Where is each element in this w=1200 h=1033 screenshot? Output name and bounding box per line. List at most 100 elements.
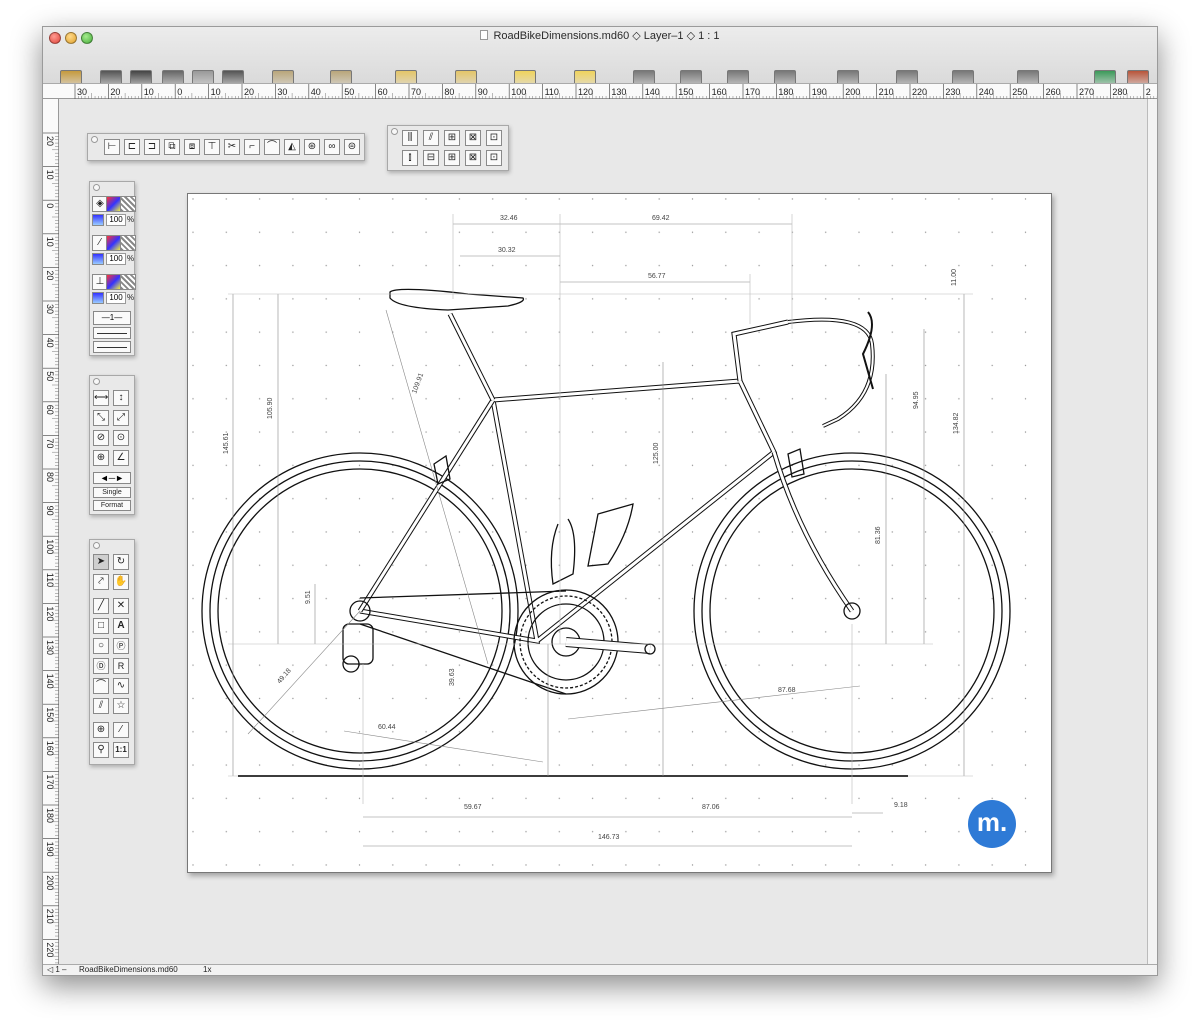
align-left-edge-icon[interactable]: ⫾ [402, 150, 418, 166]
slant-dimension-icon[interactable]: ⤡ [93, 410, 109, 426]
align-right-edge-icon[interactable]: ⊟ [423, 150, 439, 166]
palette-close-button[interactable] [91, 136, 98, 143]
drawing-page[interactable]: 32.46 69.42 30.32 56.77 11.00 109.91 105.90 145… [187, 193, 1053, 874]
center-mark-icon[interactable]: ⊕ [93, 450, 109, 466]
pin-tool-icon[interactable]: ⚲ [93, 742, 109, 758]
arrow-style-selector[interactable] [93, 341, 131, 353]
text-pattern-icon[interactable] [120, 274, 136, 290]
mirror-icon[interactable]: ◭ [284, 139, 300, 155]
eyedropper-icon[interactable]: ⁄ [113, 722, 129, 738]
distribute-h-icon[interactable]: ⊞ [444, 130, 460, 146]
crosshair-tool-icon[interactable]: ⊕ [93, 722, 109, 738]
ruler-label: 260 [1046, 87, 1061, 97]
fill-gradient-icon[interactable] [92, 214, 104, 226]
align-bottom-icon[interactable]: ⫼ [402, 130, 418, 146]
rotate-tool-icon[interactable]: ↻ [113, 554, 129, 570]
ruler-label: 90 [478, 87, 488, 97]
polygon-tool-icon[interactable]: Ⓟ [113, 638, 129, 654]
drawing-canvas[interactable]: ⊢ ⊏ ⊐ ⧉ ⧈ ⊤ ✂ ⌐ ⌒ ◭ ⊛ ∞ ⊜ ⫼ ⫽ ⊞ ⊠ ⊡ ⫾ ⊟ ⊞ ⊠ ⊡ ◈ 100 % ⁄ 100 %… [59, 99, 1149, 967]
fill-opacity-input[interactable]: 100 [106, 214, 126, 226]
ruler-label: 220 [45, 942, 55, 957]
ruler-label: 130 [45, 640, 55, 655]
line-tool-icon[interactable]: ╱ [93, 598, 109, 614]
hand-tool-icon[interactable]: ✋ [113, 574, 129, 590]
horizontal-ruler[interactable]: 30 20 10 0 10 20 30 40 50 60 70 80 90 100 110 120 130 140… [43, 83, 1157, 100]
line-style-selector[interactable] [93, 327, 131, 339]
ruler-label: 190 [812, 87, 827, 97]
perpendicular-dimension-icon[interactable]: ⤢ [113, 410, 129, 426]
ruler-label: 280 [1112, 87, 1127, 97]
rectangle-tool-icon[interactable]: □ [93, 618, 109, 634]
reshape-tool-icon[interactable]: ⤤ [93, 574, 109, 590]
perpendicular-line-icon[interactable]: ✕ [113, 598, 129, 614]
page-indicator[interactable]: ◁ 1 – [47, 965, 67, 974]
text-opacity-input[interactable]: 100 [106, 292, 126, 304]
ruler-label: 10 [144, 87, 154, 97]
star-tool-icon[interactable]: ☆ [113, 698, 129, 714]
ruler-label: 120 [578, 87, 593, 97]
bezier-tool-icon[interactable]: ∿ [113, 678, 129, 694]
center-v-icon[interactable]: ⊠ [465, 150, 481, 166]
distribute-v-icon[interactable]: ⊠ [465, 130, 481, 146]
palette-close-button[interactable] [93, 378, 100, 385]
fill-pattern-icon[interactable] [120, 196, 136, 212]
align-middle-icon[interactable]: ⫽ [423, 130, 439, 146]
dimension-arrow-selector[interactable]: ◄─► [93, 472, 131, 484]
pen-gradient-icon[interactable] [92, 253, 104, 265]
vertical-scrollbar[interactable] [1147, 99, 1157, 967]
ruler-label: 70 [45, 438, 55, 448]
join-icon[interactable]: ⊛ [304, 139, 320, 155]
angle-dimension-icon[interactable]: ∠ [113, 450, 129, 466]
actual-size-button[interactable]: 1:1 [113, 742, 129, 758]
center-h-icon[interactable]: ⊞ [444, 150, 460, 166]
link-icon[interactable]: ∞ [324, 139, 340, 155]
dimension-label: 56.77 [648, 273, 666, 280]
unlink-icon[interactable]: ⊜ [344, 139, 360, 155]
pen-opacity-input[interactable]: 100 [106, 253, 126, 265]
align-left-icon[interactable]: ⊢ [104, 139, 120, 155]
ruler-label: 170 [45, 774, 55, 789]
text-gradient-icon[interactable] [92, 292, 104, 304]
ruler-label: 110 [545, 87, 559, 97]
chamfer-icon[interactable]: ⌒ [264, 139, 280, 155]
vertical-dimension-icon[interactable]: ↕ [113, 390, 129, 406]
pen-pattern-icon[interactable] [120, 235, 136, 251]
diameter-circle-icon[interactable]: Ⓓ [93, 658, 109, 674]
palette-close-button[interactable] [391, 128, 398, 135]
horizontal-dimension-icon[interactable]: ⟷ [93, 390, 109, 406]
circle-tool-icon[interactable]: ○ [93, 638, 109, 654]
text-tool-icon[interactable]: A [113, 618, 129, 634]
selection-arrow-icon[interactable]: ➤ [93, 554, 109, 570]
align-pages-icon[interactable]: ⊡ [486, 130, 502, 146]
ruler-label: 270 [1079, 87, 1094, 97]
ruler-label: 40 [45, 338, 55, 348]
dimension-label: 125.00 [653, 442, 660, 464]
group-icon[interactable]: ⧉ [164, 139, 180, 155]
vertical-ruler[interactable]: 20 10 0 10 20 30 40 50 60 70 80 90 100 110 120 130 140 15… [43, 99, 59, 970]
align-top-icon[interactable]: ⊤ [204, 139, 220, 155]
fillet-icon[interactable]: ⌐ [244, 139, 260, 155]
cut-icon[interactable]: ✂ [224, 139, 240, 155]
ungroup-icon[interactable]: ⧈ [184, 139, 200, 155]
dimension-format-button[interactable]: Format [93, 500, 131, 511]
align-right-icon[interactable]: ⊐ [144, 139, 160, 155]
status-bar: ◁ 1 – RoadBikeDimensions.md60 1x [43, 964, 1157, 975]
line-width-selector[interactable]: —1— [93, 311, 131, 325]
dimension-label: 30.32 [498, 247, 516, 254]
space-evenly-icon[interactable]: ⊡ [486, 150, 502, 166]
align-center-icon[interactable]: ⊏ [124, 139, 140, 155]
palette-close-button[interactable] [93, 542, 100, 549]
ruler-label: 60 [378, 87, 388, 97]
zoom-level[interactable]: 1x [203, 965, 211, 974]
radius-dimension-icon[interactable]: ⊘ [93, 430, 109, 446]
dimension-mode-selector[interactable]: Single [93, 487, 131, 498]
diameter-dimension-icon[interactable]: ⊙ [113, 430, 129, 446]
ruler-label: 160 [712, 87, 727, 97]
palette-close-button[interactable] [93, 184, 100, 191]
freehand-polygon-icon[interactable]: ⌒ [93, 678, 109, 694]
bike-drawing[interactable]: 32.46 69.4230.3256.77 11.00109.91105.90145… [188, 194, 1053, 874]
document-icon [480, 30, 489, 40]
parallel-line-icon[interactable]: ⫽ [93, 698, 109, 714]
ruler-label: 20 [45, 270, 55, 280]
radius-arc-icon[interactable]: R [113, 658, 129, 674]
